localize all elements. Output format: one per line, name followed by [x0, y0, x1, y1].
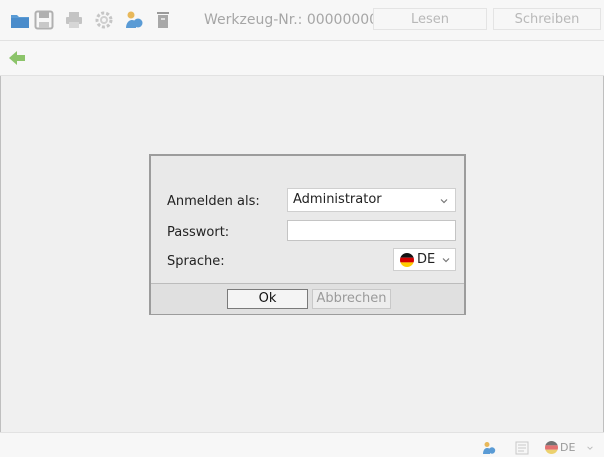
login-dialog: Anmelden als: Administrator Passwort: Sp…: [149, 154, 466, 315]
read-button[interactable]: Lesen: [373, 8, 487, 30]
status-bar: [0, 432, 604, 457]
user-icon[interactable]: [482, 441, 496, 455]
statusbar-language-value[interactable]: DE: [560, 441, 575, 454]
chevron-down-icon[interactable]: [586, 444, 594, 452]
login-as-value: Administrator: [293, 192, 382, 207]
back-arrow-icon[interactable]: [8, 49, 26, 67]
tool-number-label: Werkzeug-Nr.: 00000000: [204, 12, 379, 28]
chevron-down-icon: [442, 258, 450, 263]
gear-icon[interactable]: [94, 10, 114, 30]
login-as-select[interactable]: Administrator: [287, 188, 456, 212]
language-value: DE: [417, 252, 436, 267]
dialog-footer: Ok Abbrechen: [151, 283, 464, 314]
password-input[interactable]: [287, 220, 456, 241]
document-icon[interactable]: [515, 441, 529, 455]
write-button[interactable]: Schreiben: [493, 8, 601, 30]
language-select[interactable]: DE: [393, 248, 456, 271]
print-icon[interactable]: [64, 10, 84, 30]
cancel-button[interactable]: Abbrechen: [312, 289, 391, 309]
trash-icon[interactable]: [153, 10, 173, 30]
ok-button[interactable]: Ok: [227, 289, 308, 309]
user-icon[interactable]: [124, 10, 144, 30]
login-as-label: Anmelden als:: [167, 194, 260, 209]
german-flag-icon: [400, 253, 414, 267]
open-folder-icon[interactable]: [10, 10, 30, 30]
language-label: Sprache:: [167, 254, 225, 269]
chevron-down-icon: [440, 199, 448, 204]
save-icon[interactable]: [34, 10, 54, 30]
german-flag-icon[interactable]: [545, 441, 558, 454]
navigation-bar: [0, 41, 604, 76]
password-label: Passwort:: [167, 225, 230, 240]
